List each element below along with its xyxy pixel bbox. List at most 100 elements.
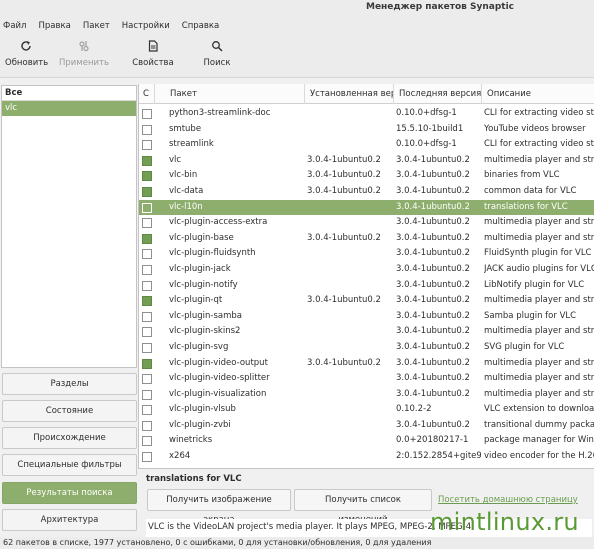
package-status-checkbox[interactable] [142,202,152,213]
homepage-link[interactable]: Посетить домашнюю страницу [438,495,578,505]
package-status-checkbox[interactable] [142,358,152,369]
apply-button[interactable]: Применить [58,40,110,68]
origin-button[interactable]: Происхождение [2,427,137,449]
package-name: vlc-data [169,185,204,196]
table-row[interactable]: vlc-plugin-visualization 3.0.4-1ubuntu0.2… [139,387,594,403]
package-status-checkbox[interactable] [142,311,152,322]
menu-package[interactable]: Пакет [83,17,110,36]
table-row[interactable]: winetricks 0.0+20180217-1 package manager … [139,433,594,449]
package-status-checkbox[interactable] [142,405,152,416]
search-button[interactable]: Поиск [201,40,233,68]
table-row[interactable]: vlc-plugin-zvbi 3.0.4-1ubuntu0.2 transitio… [139,418,594,434]
latest-version: 3.0.4-1ubuntu0.2 [396,419,470,430]
latest-version: 0.0+20180217-1 [396,435,469,446]
table-row[interactable]: vlc-data 3.0.4-1ubuntu0.2 3.0.4-1ubuntu0.2… [139,184,594,200]
package-status-checkbox[interactable] [142,327,152,338]
table-row[interactable]: x264 2:0.152.2854+gite9a59video encoder f… [139,449,594,465]
table-row[interactable]: smtube 15.5.10-1build1 YouTube videos brow… [139,122,594,138]
table-row[interactable]: vlc-plugin-video-output 3.0.4-1ubuntu0.2 3… [139,356,594,372]
latest-version: 3.0.4-1ubuntu0.2 [396,373,470,384]
detail-title: translations for VLC [146,474,242,484]
column-latest[interactable]: Последняя версия [394,84,482,104]
table-row[interactable]: vlc 3.0.4-1ubuntu0.2 3.0.4-1ubuntu0.2 multi… [139,153,594,169]
installed-version [307,262,393,278]
package-name: vlc-plugin-samba [169,310,243,321]
column-installed[interactable]: Установленная версия [305,84,394,104]
package-status-checkbox[interactable] [142,218,152,229]
latest-version: 3.0.4-1ubuntu0.2 [396,232,470,243]
get-screenshot-button[interactable]: Получить изображение экрана [147,489,291,525]
table-row[interactable]: vlc-plugin-skins2 3.0.4-1ubuntu0.2 multime… [139,324,594,340]
table-row[interactable]: vlc-plugin-qt 3.0.4-1ubuntu0.2 3.0.4-1ubun… [139,293,594,309]
get-changelog-button[interactable]: Получить список изменений [294,489,432,525]
table-row[interactable]: vlc-bin 3.0.4-1ubuntu0.2 3.0.4-1ubuntu0.2 b… [139,168,594,184]
package-status-checkbox[interactable] [142,342,152,353]
package-status-checkbox[interactable] [142,171,152,182]
package-status-checkbox[interactable] [142,420,152,431]
watermark: mintlinux.ru [430,508,579,536]
package-description: YouTube videos browser [484,123,586,134]
architecture-button[interactable]: Архитектура [2,509,137,531]
package-name: vlc-plugin-zvbi [169,419,231,430]
package-name: vlc-plugin-vlsub [169,404,236,415]
table-row[interactable]: vlc-plugin-samba 3.0.4-1ubuntu0.2 Samba pl… [139,309,594,325]
table-row[interactable]: vlc-plugin-notify 3.0.4-1ubuntu0.2 LibNoti… [139,278,594,294]
package-status-checkbox[interactable] [142,264,152,275]
package-status-checkbox[interactable] [142,233,152,244]
properties-button[interactable]: Свойства [131,40,175,68]
sections-button[interactable]: Разделы [2,373,137,395]
package-status-checkbox[interactable] [142,452,152,463]
reload-button[interactable]: Обновить [5,40,48,68]
package-status-checkbox[interactable] [142,374,152,385]
table-row[interactable]: vlc-plugin-vlsub 0.10.2-2 VLC extension to… [139,402,594,418]
menu-help[interactable]: Справка [182,17,219,36]
package-status-checkbox[interactable] [142,249,152,260]
window-title: Менеджер пакетов Synaptic [0,0,594,17]
package-description: multimedia player and stream [484,295,594,306]
installed-version: 3.0.4-1ubuntu0.2 [307,154,381,165]
package-status-checkbox[interactable] [142,389,152,400]
package-status-checkbox[interactable] [142,109,152,119]
package-description: package manager for Wine to [484,435,594,446]
menu-settings[interactable]: Настройки [122,17,170,36]
filter-item-vlc[interactable]: vlc [2,101,136,116]
column-package[interactable]: Пакет [165,84,305,104]
table-row[interactable]: vlc-plugin-video-splitter 3.0.4-1ubuntu0.… [139,371,594,387]
package-status-checkbox[interactable] [142,186,152,197]
package-status-checkbox[interactable] [142,140,152,151]
package-status-checkbox[interactable] [142,436,152,447]
installed-version [307,246,393,262]
column-description[interactable]: Описание [482,84,594,104]
status-button[interactable]: Состояние [2,400,137,422]
latest-version: 15.5.10-1build1 [396,123,464,134]
table-row[interactable]: vlc-plugin-fluidsynth 3.0.4-1ubuntu0.2 Flu… [139,246,594,262]
installed-version [307,340,393,356]
package-description: multimedia player and stream [484,154,594,165]
package-status-checkbox[interactable] [142,296,152,307]
package-status-checkbox[interactable] [142,124,152,135]
package-description: multimedia player and stream [484,357,594,368]
package-status-checkbox[interactable] [142,280,152,291]
latest-version: 0.10.0+dfsg-1 [396,108,457,118]
package-table: С Пакет Установленная версия Последняя в… [138,84,594,468]
package-name: vlc-l10n [169,201,203,212]
table-row[interactable]: vlc-plugin-base 3.0.4-1ubuntu0.2 3.0.4-1ub… [139,231,594,247]
table-row[interactable]: vlc-plugin-jack 3.0.4-1ubuntu0.2 JACK audi… [139,262,594,278]
latest-version: 3.0.4-1ubuntu0.2 [396,388,470,399]
installed-version [307,106,393,122]
package-status-checkbox[interactable] [142,155,152,166]
installed-version: 3.0.4-1ubuntu0.2 [307,357,381,368]
custom-filters-button[interactable]: Специальные фильтры [2,454,137,476]
package-description: SVG plugin for VLC [484,341,565,352]
search-results-button[interactable]: Результаты поиска [2,482,137,504]
column-status[interactable]: С [139,84,155,104]
table-row[interactable]: python3-streamlink-doc 0.10.0+dfsg-1 CLI f… [139,106,594,122]
installed-version: 3.0.4-1ubuntu0.2 [307,170,381,181]
table-row[interactable]: vlc-plugin-svg 3.0.4-1ubuntu0.2 SVG plugin… [139,340,594,356]
table-row[interactable]: vlc-plugin-access-extra 3.0.4-1ubuntu0.2 m… [139,215,594,231]
package-name: vlc-plugin-qt [169,295,223,306]
menu-file[interactable]: Файл [3,17,26,36]
table-row[interactable]: streamlink 0.10.0+dfsg-1 CLI for extractin… [139,137,594,153]
table-row[interactable]: vlc-l10n 3.0.4-1ubuntu0.2 translations for… [139,199,594,216]
menu-edit[interactable]: Правка [38,17,70,36]
